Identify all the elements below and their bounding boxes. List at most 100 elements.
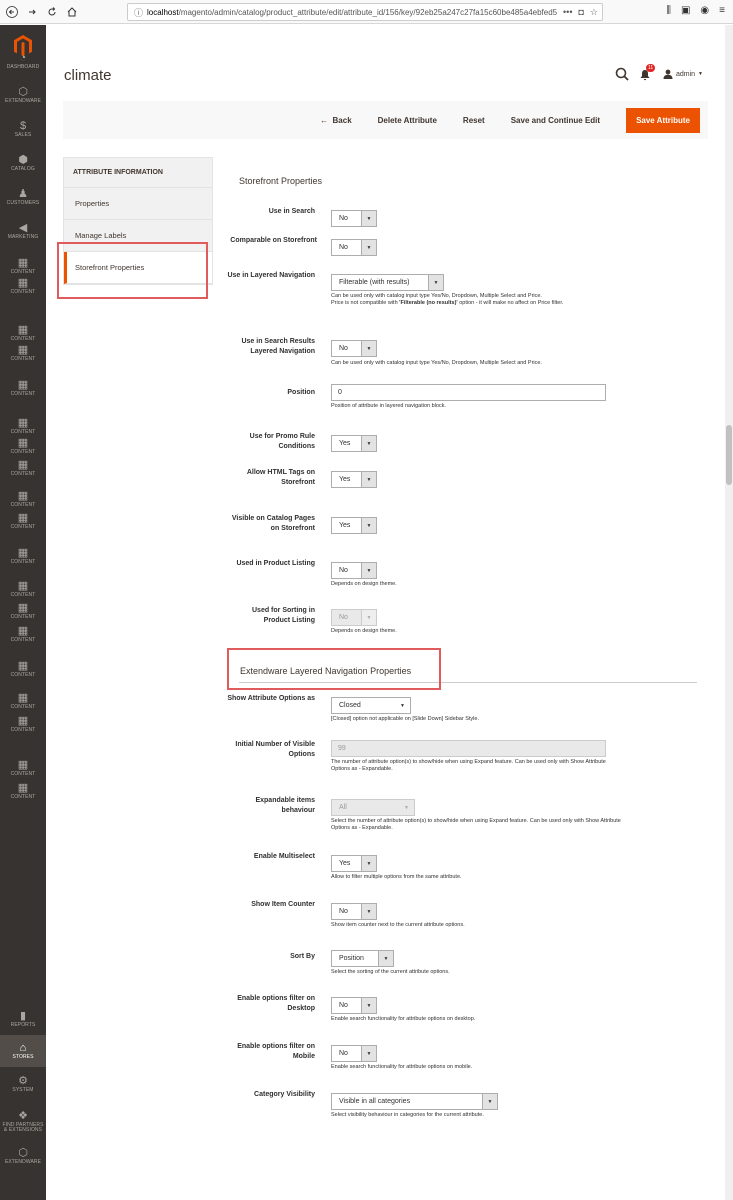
sidebar-item-marketing[interactable]: ◀ MARKETING	[0, 215, 46, 247]
sidebar-item-content[interactable]: ▦ CONTENT	[0, 270, 46, 302]
html-tags-select[interactable]: Yes ▼	[331, 471, 377, 488]
sidebar-item-content[interactable]: ▦ CONTENT	[0, 337, 46, 369]
multiselect-select[interactable]: Yes ▼	[331, 855, 377, 872]
sidebar-item-label: MARKETING	[7, 234, 39, 240]
product-listing-select[interactable]: No ▼	[331, 562, 377, 579]
admin-sidebar: ◔ DASHBOARD ⬡ EXTENDWARE $ SALES ⬢ CATALOG ♟ CUST…	[0, 25, 46, 1200]
chevron-down-icon: ▼	[361, 341, 376, 356]
sidebar-item-content[interactable]: ▦ CONTENT	[0, 452, 46, 484]
sidebar-item-content[interactable]: ▦ CONTENT	[0, 775, 46, 807]
sidebar-item-content[interactable]: ▦ CONTENT	[0, 540, 46, 572]
info-icon[interactable]: ⓘ	[134, 6, 143, 19]
menu-icon[interactable]: ≡	[719, 5, 725, 16]
sidebar-item-reports[interactable]: ▮ REPORTS	[0, 1003, 46, 1035]
chevron-down-icon: ▼	[361, 436, 376, 451]
sidebar-item-label: CONTENT	[10, 559, 36, 565]
sidebar-item-customers[interactable]: ♟ CUSTOMERS	[0, 181, 46, 213]
layout-icon: ▦	[17, 257, 29, 269]
use-in-search-select[interactable]: No ▼	[331, 210, 377, 227]
page-actions-bar: ← Back Delete Attribute Reset Save and C…	[63, 101, 708, 139]
save-continue-button[interactable]: Save and Continue Edit	[511, 116, 600, 125]
partners-icon: ❖	[18, 1109, 28, 1122]
page-scrollbar[interactable]	[725, 25, 733, 1200]
show-options-select[interactable]: Closed ▼	[331, 697, 411, 714]
chevron-down-icon: ▼	[361, 998, 376, 1013]
library-icon[interactable]: ⫼	[666, 5, 671, 16]
sidebar-item-label: CATALOG	[11, 166, 35, 172]
notifications-button[interactable]: 11	[639, 64, 656, 81]
sidebar-item-content[interactable]: ▦ CONTENT	[0, 505, 46, 537]
item-counter-select[interactable]: No ▼	[331, 903, 377, 920]
save-attribute-button[interactable]: Save Attribute	[626, 107, 700, 133]
reset-button[interactable]: Reset	[463, 116, 485, 125]
notification-count-badge: 11	[645, 64, 656, 72]
chevron-down-icon: ▼	[378, 951, 393, 966]
expandable-select[interactable]: All ▼	[331, 799, 415, 816]
delete-attribute-button[interactable]: Delete Attribute	[378, 116, 437, 125]
layout-icon: ▦	[17, 512, 29, 524]
layout-icon: ▦	[17, 277, 29, 289]
layered-navigation-select[interactable]: Filterable (with results) ▼	[331, 274, 444, 291]
promo-rule-select[interactable]: Yes ▼	[331, 435, 377, 452]
comparable-select[interactable]: No ▼	[331, 239, 377, 256]
chevron-down-icon: ▼	[361, 904, 376, 919]
sidebar-toggle-icon[interactable]: ▣	[681, 5, 690, 16]
layout-icon: ▦	[17, 437, 29, 449]
sidebar-item-label: EXTENDWARE	[4, 1159, 42, 1165]
chevron-down-icon: ▼	[482, 1094, 497, 1109]
category-visibility-select[interactable]: Visible in all categories ▼	[331, 1093, 498, 1110]
chevron-down-icon: ▼	[698, 71, 703, 77]
sidebar-item-system[interactable]: ⚙ SYSTEM	[0, 1068, 46, 1100]
sidebar-item-sales[interactable]: $ SALES	[0, 113, 46, 145]
home-icon[interactable]	[64, 4, 80, 20]
url-text: localhost/magento/admin/catalog/product_…	[147, 7, 558, 17]
sort-by-select[interactable]: Position ▼	[331, 950, 394, 967]
back-button[interactable]: ← Back	[320, 116, 352, 125]
dollar-icon: $	[19, 120, 27, 132]
layout-icon: ▦	[17, 379, 29, 391]
layout-icon: ▦	[17, 602, 29, 614]
initial-visible-input[interactable]: 99	[331, 740, 606, 757]
sidebar-item-extendware[interactable]: ⬡ EXTENDWARE	[0, 1140, 46, 1172]
chevron-down-icon: ▼	[395, 698, 410, 713]
sidebar-item-extendware[interactable]: ⬡ EXTENDWARE	[0, 79, 46, 111]
search-results-layered-select[interactable]: No ▼	[331, 340, 377, 357]
filter-mobile-select[interactable]: No ▼	[331, 1045, 377, 1062]
header-actions: 11 admin ▼	[615, 64, 703, 81]
bookmark-star-icon[interactable]: ☆	[590, 7, 598, 18]
visible-catalog-select[interactable]: Yes ▼	[331, 517, 377, 534]
filter-desktop-select[interactable]: No ▼	[331, 997, 377, 1014]
tab-properties[interactable]: Properties	[64, 188, 212, 220]
sidebar-item-stores[interactable]: ⌂ STORES	[0, 1035, 46, 1067]
page-actions-icon[interactable]: •••	[563, 7, 572, 18]
chevron-down-icon: ▼	[361, 518, 376, 533]
position-input[interactable]: 0	[331, 384, 606, 401]
chevron-down-icon: ▼	[361, 240, 376, 255]
layout-icon: ▦	[17, 417, 29, 429]
account-icon[interactable]: ◉	[700, 5, 709, 16]
sidebar-item-label: DASHBOARD	[6, 64, 40, 70]
forward-arrow-icon[interactable]	[24, 4, 40, 20]
admin-user-menu[interactable]: admin ▼	[663, 69, 703, 79]
sidebar-item-catalog[interactable]: ⬢ CATALOG	[0, 147, 46, 179]
sidebar-item-label: CONTENT	[10, 727, 36, 733]
tabs-heading: ATTRIBUTE INFORMATION	[64, 158, 212, 188]
address-bar[interactable]: ⓘ localhost/magento/admin/catalog/produc…	[127, 3, 603, 21]
sidebar-item-content[interactable]: ▦ CONTENT	[0, 618, 46, 650]
sidebar-item-content[interactable]: ▦ CONTENT	[0, 653, 46, 685]
sorting-select[interactable]: No ▼	[331, 609, 377, 626]
sidebar-item-content[interactable]: ▦ CONTENT	[0, 372, 46, 404]
pocket-icon[interactable]: ◘	[578, 7, 583, 18]
sidebar-item-label: CUSTOMERS	[6, 200, 40, 206]
layout-icon: ▦	[17, 324, 29, 336]
sidebar-item-find-partners-extensions[interactable]: ❖ FIND PARTNERS & EXTENSIONS	[0, 1105, 46, 1137]
browser-toolbar: ⓘ localhost/magento/admin/catalog/produc…	[0, 0, 733, 24]
layout-icon: ▦	[17, 625, 29, 637]
sidebar-item-dashboard[interactable]: ◔ DASHBOARD	[0, 45, 46, 77]
layout-icon: ▦	[17, 344, 29, 356]
scrollbar-thumb[interactable]	[726, 425, 732, 485]
reload-icon[interactable]	[44, 4, 60, 20]
search-icon[interactable]	[615, 67, 629, 81]
back-arrow-icon[interactable]	[4, 4, 20, 20]
sidebar-item-content[interactable]: ▦ CONTENT	[0, 708, 46, 740]
